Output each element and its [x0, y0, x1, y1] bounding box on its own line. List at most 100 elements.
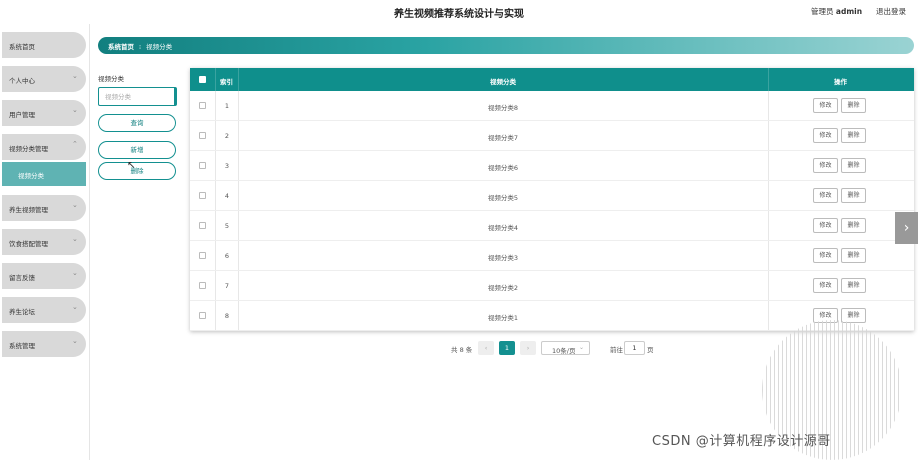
sidebar-item-diet[interactable]: 饮食搭配管理 ⌄: [2, 229, 86, 255]
row-index: 3: [224, 162, 230, 170]
user-info: 管理员 admin: [811, 6, 862, 17]
mouse-cursor-icon: ↖: [127, 160, 136, 171]
batch-delete-button[interactable]: 删除: [98, 162, 176, 180]
row-category-name: 视频分类6: [487, 164, 519, 172]
sidebar-item-video-category[interactable]: 视频分类管理 ⌃: [2, 134, 86, 160]
delete-button[interactable]: 删除: [841, 158, 866, 173]
breadcrumb: 系统首页 ⁝ 视频分类: [98, 37, 914, 54]
column-divider: [768, 68, 769, 91]
breadcrumb-separator: ⁝: [139, 43, 142, 51]
column-header-index: 索引: [220, 78, 233, 86]
row-category-name: 视频分类8: [487, 104, 519, 112]
table-row: 3 视频分类6 修改 删除: [190, 151, 914, 181]
table-row: 4 视频分类5 修改 删除: [190, 181, 914, 211]
table-row: 5 视频分类4 修改 删除: [190, 211, 914, 241]
table-row: 1 视频分类8 修改 删除: [190, 91, 914, 121]
delete-button[interactable]: 删除: [841, 248, 866, 263]
row-checkbox[interactable]: [199, 312, 206, 319]
column-header-category: 视频分类: [490, 78, 516, 86]
row-checkbox[interactable]: [199, 282, 206, 289]
row-category-name: 视频分类7: [487, 134, 519, 142]
sidebar-subitem-label: 视频分类: [18, 172, 44, 180]
sidebar-item-health-videos[interactable]: 养生视频管理 ⌄: [2, 195, 86, 221]
sidebar-item-label: 用户管理: [9, 111, 35, 119]
row-index: 8: [224, 312, 230, 320]
row-checkbox[interactable]: [199, 252, 206, 259]
prev-page-button[interactable]: ‹: [478, 341, 494, 355]
next-page-button[interactable]: ›: [520, 341, 536, 355]
edit-button[interactable]: 修改: [813, 218, 838, 233]
delete-button[interactable]: 删除: [841, 128, 866, 143]
chevron-down-icon: ⌄: [72, 303, 78, 311]
sidebar-subitem-video-category[interactable]: 视频分类: [2, 162, 86, 186]
delete-button[interactable]: 删除: [841, 218, 866, 233]
row-index: 4: [224, 192, 230, 200]
sidebar-item-home[interactable]: 系统首页: [2, 32, 86, 58]
top-bar: 养生视频推荐系统设计与实现 管理员 admin 退出登录: [0, 0, 918, 24]
row-checkbox[interactable]: [199, 222, 206, 229]
row-checkbox[interactable]: [199, 132, 206, 139]
edit-button[interactable]: 修改: [813, 188, 838, 203]
row-checkbox[interactable]: [199, 192, 206, 199]
table-row: 2 视频分类7 修改 删除: [190, 121, 914, 151]
search-input[interactable]: [98, 87, 177, 106]
page-number-current[interactable]: 1: [499, 341, 515, 355]
chevron-down-icon: ⌄: [72, 269, 78, 277]
table-row: 7 视频分类2 修改 删除: [190, 271, 914, 301]
add-button[interactable]: 新增: [98, 141, 176, 159]
sidebar-item-feedback[interactable]: 留言反馈 ⌄: [2, 263, 86, 289]
column-divider: [238, 68, 239, 91]
chevron-right-icon[interactable]: ›: [895, 212, 918, 244]
edit-button[interactable]: 修改: [813, 248, 838, 263]
sidebar-item-label: 系统管理: [9, 342, 35, 350]
edit-button[interactable]: 修改: [813, 98, 838, 113]
row-category-name: 视频分类4: [487, 224, 519, 232]
sidebar-item-forum[interactable]: 养生论坛 ⌄: [2, 297, 86, 323]
chevron-down-icon: ⌄: [72, 337, 78, 345]
delete-button[interactable]: 删除: [841, 188, 866, 203]
select-all-checkbox[interactable]: [199, 76, 206, 83]
sidebar: 系统首页 个人中心 ⌄ 用户管理 ⌄ 视频分类管理 ⌃ 视频分类 养生视频管理 …: [0, 24, 90, 460]
edit-button[interactable]: 修改: [813, 128, 838, 143]
sidebar-item-label: 留言反馈: [9, 274, 35, 282]
goto-page-input[interactable]: 1: [624, 341, 645, 355]
sidebar-item-label: 系统首页: [9, 43, 35, 51]
data-table: 索引 视频分类 操作 1 视频分类8 修改 删除 2 视频分类7 修改 删除 3 视频分类6 修改删…: [190, 68, 914, 331]
row-category-name: 视频分类1: [487, 314, 519, 322]
breadcrumb-current: 视频分类: [146, 43, 173, 51]
edit-button[interactable]: 修改: [813, 278, 838, 293]
row-index: 7: [224, 282, 230, 290]
row-index: 5: [224, 222, 230, 230]
chevron-down-icon: ⌄: [72, 201, 78, 209]
column-header-actions: 操作: [834, 78, 847, 86]
edit-button[interactable]: 修改: [813, 158, 838, 173]
sidebar-item-users[interactable]: 用户管理 ⌄: [2, 100, 86, 126]
query-button[interactable]: 查询: [98, 114, 176, 132]
sidebar-item-label: 个人中心: [9, 77, 35, 85]
table-row: 6 视频分类3 修改 删除: [190, 241, 914, 271]
logout-link[interactable]: 退出登录: [876, 6, 906, 17]
row-index: 6: [224, 252, 230, 260]
page-size-select[interactable]: 10条/页 ⌄: [541, 341, 590, 355]
goto-label: 前往: [610, 346, 623, 354]
sidebar-item-personal[interactable]: 个人中心 ⌄: [2, 66, 86, 92]
search-label: 视频分类: [98, 75, 124, 83]
sidebar-item-label: 饮食搭配管理: [9, 240, 48, 248]
user-role: 管理员: [811, 7, 834, 16]
row-category-name: 视频分类3: [487, 254, 519, 262]
chevron-down-icon: ⌄: [72, 235, 78, 243]
column-divider: [215, 68, 216, 91]
row-checkbox[interactable]: [199, 162, 206, 169]
row-checkbox[interactable]: [199, 102, 206, 109]
breadcrumb-home[interactable]: 系统首页: [108, 43, 134, 51]
pagination-total: 共 8 条: [451, 346, 473, 354]
delete-button[interactable]: 删除: [841, 278, 866, 293]
chevron-down-icon: ⌄: [72, 72, 78, 80]
watermark: CSDN @计算机程序设计源哥: [652, 434, 831, 449]
delete-button[interactable]: 删除: [841, 98, 866, 113]
row-category-name: 视频分类2: [487, 284, 519, 292]
sidebar-item-label: 养生论坛: [9, 308, 35, 316]
chevron-up-icon: ⌃: [72, 140, 78, 148]
chevron-down-icon: ⌄: [579, 344, 585, 351]
sidebar-item-system[interactable]: 系统管理 ⌄: [2, 331, 86, 357]
